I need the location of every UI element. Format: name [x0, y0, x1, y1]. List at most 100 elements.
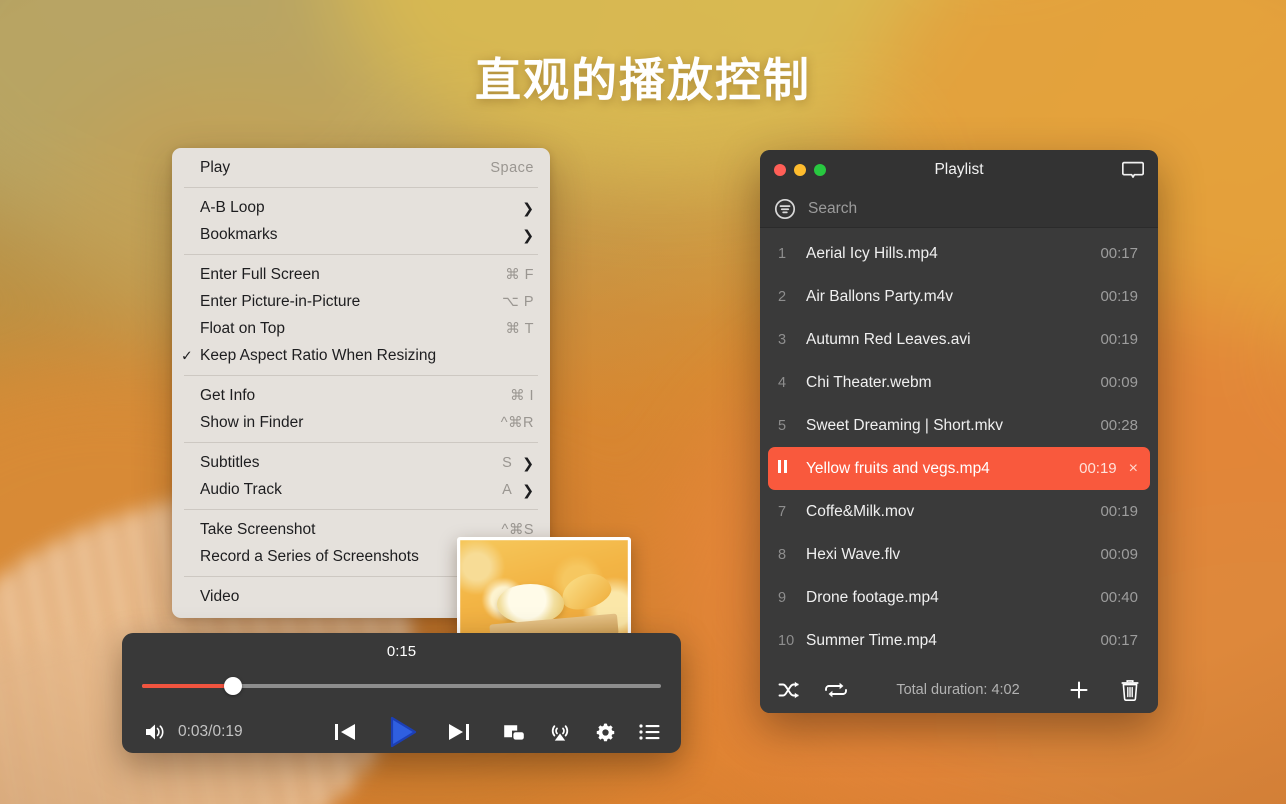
menu-item-label: Enter Full Screen — [200, 265, 320, 283]
checkmark-icon: ✓ — [181, 347, 193, 363]
time-display: 0:03/0:19 — [178, 723, 243, 740]
trash-icon[interactable] — [1120, 679, 1140, 701]
shuffle-icon[interactable] — [778, 680, 800, 700]
menu-item[interactable]: Audio Track A ❯ — [172, 476, 550, 503]
menu-item[interactable]: Bookmarks ❯ — [172, 221, 550, 248]
search-bar[interactable]: Search — [760, 190, 1158, 228]
repeat-icon[interactable] — [824, 680, 848, 700]
playlist-row-index: 10 — [778, 632, 795, 649]
volume-icon[interactable] — [144, 722, 168, 742]
playlist-row-index: 4 — [778, 374, 787, 391]
player-right-icons — [502, 720, 661, 744]
menu-item-label: A-B Loop — [200, 198, 265, 216]
playlist-row-duration: 00:17 — [1100, 245, 1138, 262]
airplay-icon[interactable] — [548, 720, 572, 744]
playlist-row-name: Hexi Wave.flv — [806, 545, 901, 563]
playlist-row-name: Coffe&Milk.mov — [806, 502, 915, 520]
playlist-row-duration: 00:19 — [1100, 331, 1138, 348]
filter-search-icon[interactable] — [774, 198, 796, 220]
menu-item-shortcut: ⌥ P — [502, 293, 534, 310]
playlist-window-title: Playlist — [934, 161, 984, 178]
playlist-row-index: 9 — [778, 589, 787, 606]
playlist-row[interactable]: 4 Chi Theater.webm 00:09 — [768, 361, 1150, 404]
playlist-row-duration: 00:40 — [1100, 589, 1138, 606]
chevron-right-icon: ❯ — [522, 454, 534, 471]
playlist-row-name: Sweet Dreaming | Short.mkv — [806, 416, 1003, 434]
chevron-right-icon: ❯ — [522, 226, 534, 243]
plus-icon[interactable] — [1068, 679, 1090, 701]
page-title: 直观的播放控制 — [475, 54, 811, 106]
playlist-row-name: Chi Theater.webm — [806, 373, 932, 391]
menu-separator — [184, 442, 538, 443]
menu-item-label: Audio Track — [200, 480, 282, 498]
next-track-icon[interactable] — [446, 720, 472, 744]
menu-item[interactable]: A-B Loop ❯ — [172, 194, 550, 221]
menu-separator — [184, 254, 538, 255]
playlist-row[interactable]: 5 Sweet Dreaming | Short.mkv 00:28 — [768, 404, 1150, 447]
menu-item-shortcut: ⌘ F — [505, 266, 534, 283]
playlist-row-index: 8 — [778, 546, 787, 563]
playlist-row[interactable]: 8 Hexi Wave.flv 00:09 — [768, 533, 1150, 576]
playlist-row-name: Air Ballons Party.m4v — [806, 287, 954, 305]
playlist-row-duration: 00:09 — [1100, 546, 1138, 563]
player-controls-row: 0:03/0:19 — [122, 711, 681, 753]
menu-item[interactable]: Play Space — [172, 154, 550, 181]
menu-item-label: Take Screenshot — [200, 520, 316, 538]
playlist-row-duration: 00:17 — [1100, 632, 1138, 649]
menu-item-shortcut: Space — [490, 159, 534, 176]
menu-item[interactable]: Show in Finder ^⌘R — [172, 409, 550, 436]
playlist-row[interactable]: 7 Coffe&Milk.mov 00:19 — [768, 490, 1150, 533]
playlist-row-name: Yellow fruits and vegs.mp4 — [806, 459, 990, 477]
remove-item-icon[interactable]: × — [1129, 460, 1138, 478]
chevron-right-icon: ❯ — [522, 481, 534, 498]
menu-item[interactable]: Enter Full Screen ⌘ F — [172, 261, 550, 288]
subtitle-bubble-icon[interactable] — [1122, 161, 1144, 179]
search-input[interactable]: Search — [808, 200, 857, 218]
hover-time-label: 0:15 — [386, 643, 417, 660]
playlist-row-duration: 00:19 — [1100, 288, 1138, 305]
previous-track-icon[interactable] — [332, 720, 358, 744]
menu-item-label: Play — [200, 158, 231, 176]
volume-group: 0:03/0:19 — [144, 722, 243, 742]
menu-item-label: Enter Picture-in-Picture — [200, 292, 361, 310]
menu-item-shortcut: ⌘ T — [505, 320, 534, 337]
menu-separator — [184, 375, 538, 376]
playlist-row-index: 5 — [778, 417, 787, 434]
playlist-items-list[interactable]: 1 Aerial Icy Hills.mp4 00:17 2 Air Ballons P… — [760, 228, 1158, 666]
menu-separator — [184, 509, 538, 510]
menu-separator — [184, 187, 538, 188]
playlist-icon[interactable] — [639, 723, 661, 741]
playlist-row[interactable]: Yellow fruits and vegs.mp4 00:19 × — [768, 447, 1150, 490]
transport-controls — [332, 714, 472, 750]
playlist-row-name: Drone footage.mp4 — [806, 588, 939, 606]
playlist-row[interactable]: 10 Summer Time.mp4 00:17 — [768, 619, 1150, 662]
menu-item[interactable]: ✓ Keep Aspect Ratio When Resizing — [172, 342, 550, 369]
pause-indicator-icon — [778, 460, 806, 477]
picture-in-picture-icon[interactable] — [502, 722, 526, 742]
menu-item-shortcut: S — [502, 454, 513, 471]
playlist-row-duration: 00:19 — [1079, 460, 1117, 477]
gear-icon[interactable] — [594, 721, 617, 744]
playlist-row[interactable]: 2 Air Ballons Party.m4v 00:19 — [768, 275, 1150, 318]
menu-item[interactable]: Get Info ⌘ I — [172, 382, 550, 409]
progress-fill — [142, 684, 233, 688]
playlist-row-duration: 00:09 — [1100, 374, 1138, 391]
menu-item-label: Subtitles — [200, 453, 260, 471]
total-duration-label: Total duration: 4:02 — [896, 681, 1020, 698]
menu-item[interactable]: Float on Top ⌘ T — [172, 315, 550, 342]
menu-item-shortcut: ⌘ I — [509, 387, 534, 404]
menu-item[interactable]: Enter Picture-in-Picture ⌥ P — [172, 288, 550, 315]
progress-thumb[interactable] — [223, 677, 242, 695]
menu-item[interactable]: Subtitles S ❯ — [172, 449, 550, 476]
playlist-window: Playlist Search 1 Aerial Icy Hills.mp4 00:… — [760, 150, 1158, 713]
menu-item-label: Keep Aspect Ratio When Resizing — [200, 346, 437, 364]
menu-item-label: Get Info — [200, 386, 256, 404]
playlist-row-name: Summer Time.mp4 — [806, 631, 937, 649]
playlist-row-index: 1 — [778, 245, 787, 262]
playlist-titlebar: Playlist — [760, 150, 1158, 190]
playlist-row[interactable]: 1 Aerial Icy Hills.mp4 00:17 — [768, 232, 1150, 275]
progress-slider[interactable] — [142, 677, 661, 695]
playlist-row[interactable]: 9 Drone footage.mp4 00:40 — [768, 576, 1150, 619]
playlist-row[interactable]: 3 Autumn Red Leaves.avi 00:19 — [768, 318, 1150, 361]
play-icon[interactable] — [384, 714, 420, 750]
